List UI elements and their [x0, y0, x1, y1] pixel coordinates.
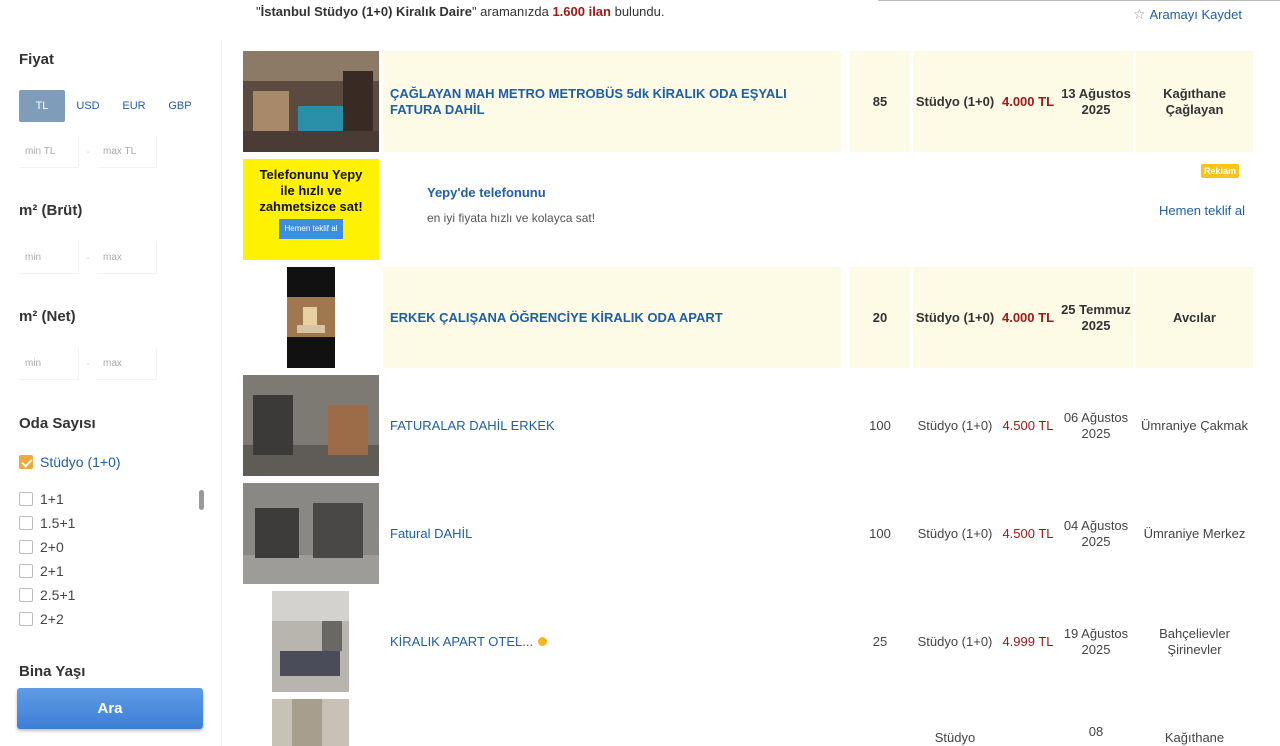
listing-location: Avcılar: [1136, 267, 1253, 368]
listing-m2: 100: [869, 525, 891, 541]
search-result-info: "İstanbul Stüdyo (1+0) Kiralık Daire" ar…: [256, 4, 665, 19]
checkbox-icon: [19, 588, 33, 602]
ad-banner-image[interactable]: Telefonunu Yepy ile hızlı ve zahmetsizce…: [243, 159, 379, 260]
listing-location: Ümraniye Çakmak: [1141, 417, 1248, 433]
search-button[interactable]: Ara: [17, 688, 203, 729]
room-option-studio[interactable]: Stüdyo (1+0): [19, 454, 121, 470]
listing-room-type: Stüdyo (1+0): [917, 525, 993, 541]
listing-location: Ümraniye Merkez: [1143, 525, 1246, 541]
top-divider: [878, 0, 1280, 1]
listing-title[interactable]: Fatural DAHİL: [383, 483, 841, 584]
listing-photo[interactable]: [243, 375, 379, 476]
m2-net-min-input[interactable]: min: [19, 348, 79, 380]
listing-price: 4.000 TL: [997, 267, 1059, 368]
listing-location: Kağıthane Çağlayan: [1136, 51, 1253, 152]
listing-price: 4.999 TL: [1002, 633, 1054, 649]
listing-row[interactable]: KİRALIK APART OTEL... 25 Stüdyo (1+0) 4.…: [243, 591, 1253, 692]
listing-date: 13 Ağustos 2025: [1059, 51, 1133, 152]
listing-m2: 25: [872, 633, 888, 649]
listing-row[interactable]: ÇAĞLAYAN MAH METRO METROBÜS 5dk KİRALIK …: [243, 51, 1253, 152]
listing-location: Kağıthane: [1164, 730, 1225, 745]
listing-row[interactable]: Stüdyo 08 Kağıthane: [243, 699, 1253, 746]
listing-room-type: Stüdyo: [934, 730, 976, 745]
listing-room-type: Stüdyo (1+0): [913, 51, 997, 152]
m2-net-max-input[interactable]: max: [97, 348, 157, 380]
listing-date: 19 Ağustos 2025: [1063, 625, 1129, 657]
checkbox-icon: [19, 564, 33, 578]
room-option-1-5-1[interactable]: 1.5+1: [19, 515, 75, 531]
currency-tl[interactable]: TL: [19, 90, 65, 122]
currency-eur[interactable]: EUR: [111, 90, 157, 122]
checkbox-icon: [19, 516, 33, 530]
listing-photo[interactable]: [287, 267, 335, 368]
listing-photo[interactable]: [272, 591, 349, 692]
m2-gross-min-input[interactable]: min: [19, 242, 79, 274]
m2-gross-range: min - max: [19, 242, 157, 274]
listing-row[interactable]: FATURALAR DAHİL ERKEK 100 Stüdyo (1+0) 4…: [243, 375, 1253, 476]
ad-title[interactable]: Yepy'de telefonunu: [427, 185, 546, 200]
search-query: İstanbul Stüdyo (1+0) Kiralık Daire: [260, 4, 472, 19]
ad-subtitle: en iyi fiyata hızlı ve kolayca sat!: [427, 211, 596, 225]
price-range: min TL - max TL: [19, 136, 157, 168]
price-filter-title: Fiyat: [19, 51, 55, 68]
m2-net-title: m² (Net): [19, 308, 76, 325]
listing-price: 4.000 TL: [997, 51, 1059, 152]
listing-row[interactable]: ERKEK ÇALIŞANA ÖĞRENCİYE KİRALIK ODA APA…: [243, 267, 1253, 368]
result-count: 1.600 ilan: [552, 4, 611, 19]
listing-date: 25 Temmuz 2025: [1059, 267, 1133, 368]
currency-gbp[interactable]: GBP: [157, 90, 203, 122]
m2-net-range: min - max: [19, 348, 157, 380]
m2-gross-max-input[interactable]: max: [97, 242, 157, 274]
listing-room-type: Stüdyo (1+0): [917, 633, 993, 649]
listing-price: 4.500 TL: [1002, 417, 1054, 433]
price-max-input[interactable]: max TL: [97, 136, 157, 168]
ad-banner-button[interactable]: Hemen teklif al: [278, 219, 344, 239]
listing-date: 06 Ağustos 2025: [1063, 409, 1129, 441]
rooms-scrollbar[interactable]: [199, 490, 204, 510]
listing-title[interactable]: KİRALIK APART OTEL...: [383, 591, 841, 692]
listing-m2: 20: [850, 267, 910, 368]
room-option-1-1[interactable]: 1+1: [19, 491, 64, 507]
checkbox-checked-icon: [19, 455, 33, 469]
room-option-2-1[interactable]: 2+1: [19, 563, 64, 579]
listing-price: 4.500 TL: [1002, 525, 1054, 541]
listing-photo[interactable]: [243, 483, 379, 584]
listing-room-type: Stüdyo (1+0): [917, 417, 993, 433]
room-option-2-0[interactable]: 2+0: [19, 539, 64, 555]
currency-usd[interactable]: USD: [65, 90, 111, 122]
listing-m2: 100: [869, 417, 891, 433]
room-option-2-2[interactable]: 2+2: [19, 611, 64, 627]
listing-location: Bahçelievler Şirinevler: [1159, 625, 1230, 657]
listing-m2: 85: [850, 51, 910, 152]
save-search-button[interactable]: ☆ Aramayı Kaydet: [1133, 6, 1242, 23]
price-min-input[interactable]: min TL: [19, 136, 79, 168]
m2-gross-title: m² (Brüt): [19, 202, 83, 219]
listing-title[interactable]: [383, 699, 841, 746]
listing-date: 04 Ağustos 2025: [1063, 517, 1129, 549]
building-age-title: Bina Yaşı: [19, 663, 86, 680]
listing-title[interactable]: ERKEK ÇALIŞANA ÖĞRENCİYE KİRALIK ODA APA…: [383, 267, 841, 368]
listing-title[interactable]: ÇAĞLAYAN MAH METRO METROBÜS 5dk KİRALIK …: [383, 51, 841, 152]
checkbox-icon: [19, 612, 33, 626]
room-option-2-5-1[interactable]: 2.5+1: [19, 587, 75, 603]
checkbox-icon: [19, 540, 33, 554]
listing-title[interactable]: FATURALAR DAHİL ERKEK: [383, 375, 841, 476]
ad-badge: Reklam: [1201, 164, 1240, 178]
lightbulb-icon: [538, 637, 548, 646]
listing-photo[interactable]: [272, 699, 349, 746]
filter-sidebar: Fiyat TL USD EUR GBP min TL - max TL m² …: [0, 40, 222, 746]
ad-row[interactable]: Telefonunu Yepy ile hızlı ve zahmetsizce…: [243, 159, 1253, 260]
listing-row[interactable]: Fatural DAHİL 100 Stüdyo (1+0) 4.500 TL …: [243, 483, 1253, 584]
star-icon: ☆: [1132, 6, 1146, 22]
ad-offer-link[interactable]: Hemen teklif al: [1159, 203, 1245, 218]
rooms-filter-title: Oda Sayısı: [19, 415, 96, 432]
listing-room-type: Stüdyo (1+0): [913, 267, 997, 368]
listing-photo[interactable]: [243, 51, 379, 152]
checkbox-icon: [19, 492, 33, 506]
listing-date: 08: [1088, 724, 1104, 739]
currency-selector: TL USD EUR GBP: [19, 90, 203, 122]
